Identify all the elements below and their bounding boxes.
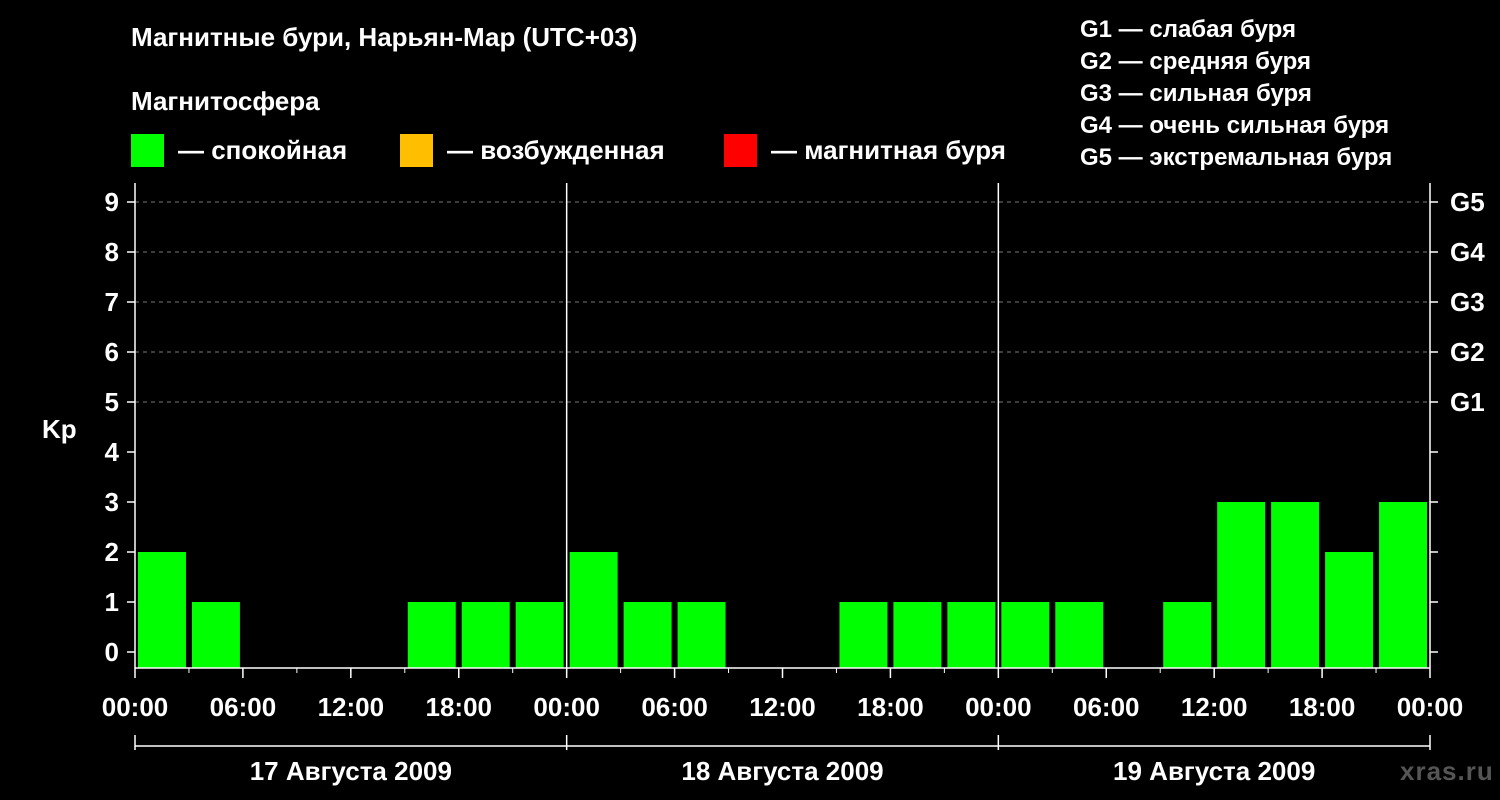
g-axis-label: G5 bbox=[1450, 187, 1485, 217]
y-tick-label: 6 bbox=[105, 337, 119, 367]
x-tick-label: 12:00 bbox=[749, 692, 816, 722]
watermark: xras.ru bbox=[1400, 756, 1494, 786]
kp-bar bbox=[569, 552, 618, 668]
y-axis-label: Kp bbox=[42, 414, 77, 444]
x-tick-label: 00:00 bbox=[533, 692, 600, 722]
x-tick-label: 00:00 bbox=[965, 692, 1032, 722]
kp-bar bbox=[407, 602, 456, 668]
kp-bar bbox=[1001, 602, 1050, 668]
y-tick-label: 8 bbox=[105, 237, 119, 267]
kp-bar bbox=[461, 602, 510, 668]
kp-bar bbox=[1325, 552, 1374, 668]
g-axis-label: G2 bbox=[1450, 337, 1485, 367]
kp-bar bbox=[1379, 502, 1427, 668]
kp-bar bbox=[515, 602, 564, 668]
kp-bar bbox=[677, 602, 726, 668]
g-axis-label: G4 bbox=[1450, 237, 1485, 267]
y-tick-label: 9 bbox=[105, 187, 119, 217]
x-tick-label: 06:00 bbox=[210, 692, 277, 722]
kp-bar bbox=[138, 552, 186, 668]
x-tick-label: 00:00 bbox=[1397, 692, 1464, 722]
x-tick-label: 18:00 bbox=[1289, 692, 1356, 722]
kp-bar bbox=[1055, 602, 1104, 668]
kp-bar bbox=[1217, 502, 1266, 668]
kp-bar bbox=[839, 602, 888, 668]
kp-bar bbox=[1271, 502, 1320, 668]
x-tick-label: 12:00 bbox=[318, 692, 385, 722]
y-tick-label: 3 bbox=[105, 487, 119, 517]
x-tick-label: 12:00 bbox=[1181, 692, 1248, 722]
kp-bar-chart: 0 1 2 3 4 5 6 7 8 9 G1 G2 G3 G4 G5 Kp 00:00 06:00 12:00 18:… bbox=[42, 183, 1485, 786]
kp-bar bbox=[947, 602, 996, 668]
x-tick-label: 00:00 bbox=[102, 692, 169, 722]
y-tick-label: 7 bbox=[105, 287, 119, 317]
day-label: 19 Августа 2009 bbox=[1113, 756, 1315, 786]
x-tick-label: 06:00 bbox=[1073, 692, 1140, 722]
day-label: 17 Августа 2009 bbox=[250, 756, 452, 786]
x-tick-label: 18:00 bbox=[426, 692, 493, 722]
g-axis-label: G3 bbox=[1450, 287, 1485, 317]
y-tick-label: 1 bbox=[105, 587, 119, 617]
day-label: 18 Августа 2009 bbox=[681, 756, 883, 786]
y-tick-label: 4 bbox=[105, 437, 120, 467]
kp-bar bbox=[1163, 602, 1212, 668]
kp-bar bbox=[893, 602, 942, 668]
x-tick-label: 18:00 bbox=[857, 692, 924, 722]
g-axis-label: G1 bbox=[1450, 387, 1485, 417]
x-tick-label: 06:00 bbox=[641, 692, 708, 722]
kp-bar bbox=[623, 602, 672, 668]
y-tick-label: 0 bbox=[105, 637, 119, 667]
kp-bar bbox=[191, 602, 240, 668]
y-tick-label: 2 bbox=[105, 537, 119, 567]
y-tick-label: 5 bbox=[105, 387, 119, 417]
